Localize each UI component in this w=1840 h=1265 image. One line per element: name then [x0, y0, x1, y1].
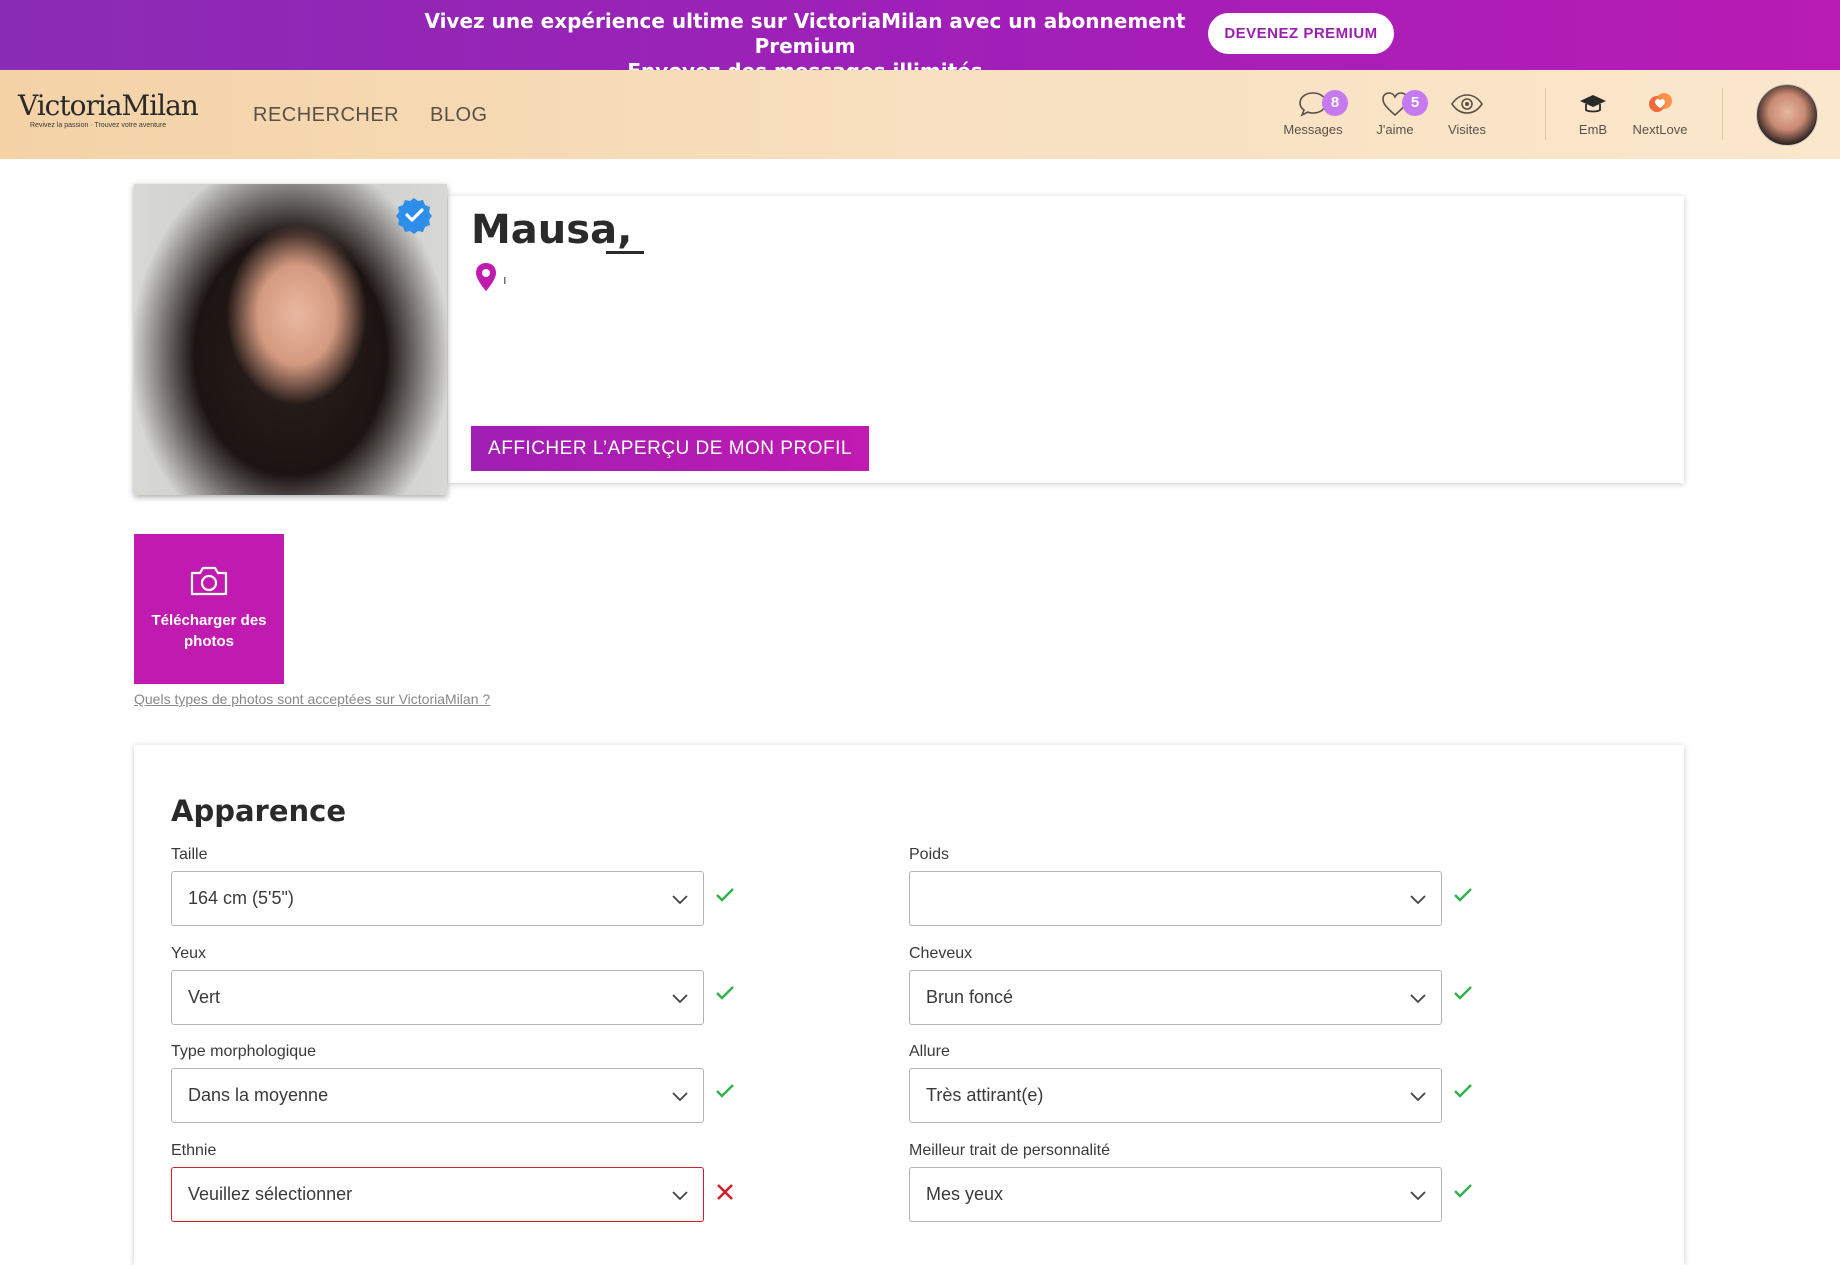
graduation-cap-icon: [1580, 95, 1606, 113]
appearance-title: Apparence: [171, 794, 347, 828]
name-age-placeholder: [606, 251, 644, 254]
nav-emb[interactable]: EmB: [1568, 90, 1618, 137]
upload-photos-button[interactable]: Télécharger des photos: [134, 534, 284, 684]
chevron-down-icon: [1410, 1092, 1426, 1102]
chevron-down-icon: [672, 1191, 688, 1201]
profile-location: ı: [503, 272, 507, 287]
body-type-select[interactable]: Dans la moyenne: [171, 1068, 704, 1123]
field-label-hair: Cheveux: [909, 945, 973, 962]
nav-likes-label: J'aime: [1376, 122, 1414, 137]
nav-nextlove-label: NextLove: [1632, 122, 1688, 137]
chevron-down-icon: [1410, 895, 1426, 905]
valid-check-icon: [1454, 888, 1472, 902]
camera-icon: [190, 566, 228, 596]
weight-select[interactable]: [909, 871, 1442, 926]
accepted-photos-link[interactable]: Quels types de photos sont acceptées sur…: [134, 691, 490, 707]
nav-likes[interactable]: J'aime 5: [1368, 90, 1428, 137]
valid-check-icon: [716, 888, 734, 902]
nav-nextlove[interactable]: NextLove: [1626, 90, 1694, 137]
premium-promo-banner: Vivez une expérience ultime sur Victoria…: [0, 0, 1840, 83]
become-premium-button[interactable]: DEVENEZ PREMIUM: [1208, 13, 1394, 54]
messages-count-badge: 8: [1322, 90, 1348, 116]
look-select[interactable]: Très attirant(e): [909, 1068, 1442, 1123]
chevron-down-icon: [1410, 994, 1426, 1004]
upload-photos-label: Télécharger des photos: [151, 612, 267, 650]
chevron-down-icon: [672, 994, 688, 1004]
field-label-weight: Poids: [909, 846, 950, 863]
chevron-down-icon: [1410, 1191, 1426, 1201]
best-trait-select[interactable]: Mes yeux: [909, 1167, 1442, 1222]
eye-icon: [1451, 94, 1483, 114]
nav-divider: [1722, 88, 1723, 140]
chevron-down-icon: [672, 1092, 688, 1102]
valid-check-icon: [1454, 1084, 1472, 1098]
likes-count-badge: 5: [1402, 90, 1428, 116]
height-value: 164 cm (5'5"): [188, 888, 294, 908]
user-avatar[interactable]: [1756, 84, 1818, 146]
best-trait-value: Mes yeux: [926, 1184, 1004, 1204]
nav-visits[interactable]: Visites: [1440, 90, 1494, 137]
field-label-best-trait: Meilleur trait de personnalité: [909, 1142, 1110, 1159]
top-navigation: VictoriaMilan Revivez la passion · Trouv…: [0, 70, 1840, 159]
logo-tagline: Revivez la passion · Trouvez votre avent…: [30, 122, 167, 129]
field-label-body-type: Type morphologique: [171, 1043, 316, 1060]
nav-visits-label: Visites: [1447, 122, 1487, 137]
nextlove-icon: [1649, 93, 1672, 112]
valid-check-icon: [1454, 986, 1472, 1000]
body-type-value: Dans la moyenne: [188, 1085, 329, 1105]
nav-link-search[interactable]: RECHERCHER: [253, 104, 399, 127]
height-select[interactable]: 164 cm (5'5"): [171, 871, 704, 926]
preview-profile-button[interactable]: AFFICHER L’APERÇU DE MON PROFIL: [471, 426, 869, 471]
field-label-eyes: Yeux: [171, 945, 206, 962]
hair-value: Brun foncé: [926, 987, 1014, 1007]
nav-divider: [1545, 88, 1546, 140]
chevron-down-icon: [672, 895, 688, 905]
eyes-select[interactable]: Vert: [171, 970, 704, 1025]
logo-wordmark: VictoriaMilan: [18, 89, 199, 122]
victoriamilan-logo[interactable]: VictoriaMilan Revivez la passion · Trouv…: [18, 89, 199, 130]
hair-select[interactable]: Brun foncé: [909, 970, 1442, 1025]
nav-emb-label: EmB: [1578, 122, 1608, 137]
field-label-ethnicity: Ethnie: [171, 1142, 217, 1159]
look-value: Très attirant(e): [926, 1085, 1044, 1105]
field-label-look: Allure: [909, 1043, 950, 1060]
location-pin-icon: [476, 263, 496, 291]
nav-link-blog[interactable]: BLOG: [430, 104, 488, 127]
valid-check-icon: [1454, 1184, 1472, 1198]
valid-check-icon: [716, 1084, 734, 1098]
nav-messages-label: Messages: [1283, 122, 1343, 137]
ethnicity-value: Veuillez sélectionner: [188, 1184, 353, 1204]
ethnicity-select[interactable]: Veuillez sélectionner: [171, 1167, 704, 1222]
nav-messages[interactable]: Messages 8: [1280, 90, 1348, 137]
verified-badge-icon: [396, 198, 432, 234]
valid-check-icon: [716, 986, 734, 1000]
eyes-value: Vert: [188, 987, 221, 1007]
profile-name: Mausa,: [471, 207, 633, 253]
promo-line-1: Vivez une expérience ultime sur Victoria…: [424, 9, 1186, 58]
field-label-height: Taille: [171, 846, 208, 863]
error-x-icon: [717, 1184, 733, 1200]
